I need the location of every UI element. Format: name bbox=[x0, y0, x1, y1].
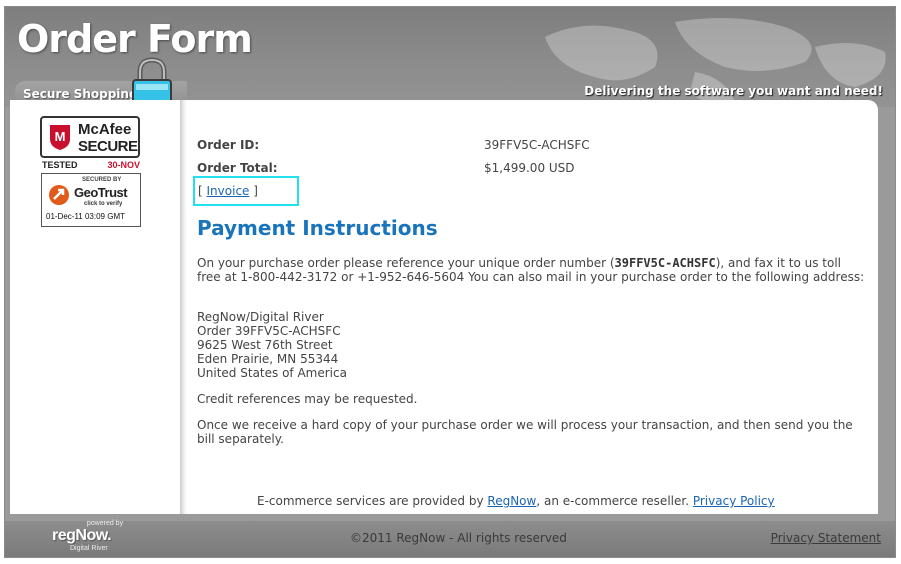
credit-references-text: Credit references may be requested. bbox=[197, 392, 418, 406]
geotrust-name: GeoTrust bbox=[74, 185, 128, 200]
invoice-wrapper: [ Invoice ] bbox=[198, 184, 258, 198]
mcafee-tested-row: TESTED 30-NOV bbox=[42, 160, 140, 172]
geotrust-badge[interactable]: SECURED BY GeoTrust click to verify 01-D… bbox=[41, 173, 141, 227]
geotrust-click-to-verify: click to verify bbox=[84, 201, 123, 207]
mcafee-tested-label: TESTED bbox=[42, 160, 78, 170]
address-line: United States of America bbox=[197, 366, 347, 380]
svg-text:M: M bbox=[55, 129, 66, 144]
address-line: Eden Prairie, MN 55344 bbox=[197, 352, 339, 366]
powered-by-label: powered by bbox=[86, 520, 124, 527]
privacy-statement-link[interactable]: Privacy Statement bbox=[771, 531, 881, 545]
geotrust-secured-label: SECURED BY bbox=[82, 177, 122, 183]
tagline: Delivering the software you want and nee… bbox=[584, 84, 883, 98]
order-total-label: Order Total: bbox=[197, 161, 278, 175]
regnow-link[interactable]: RegNow bbox=[487, 494, 536, 508]
mailing-address: RegNow/Digital River Order 39FFV5C-ACHSF… bbox=[197, 310, 867, 380]
page-title: Order Form bbox=[17, 17, 253, 61]
mcafee-tested-date: 30-NOV bbox=[107, 160, 140, 170]
services-middle: , an e-commerce reseller. bbox=[536, 494, 690, 508]
services-prefix: E-commerce services are provided by bbox=[257, 494, 484, 508]
mcafee-shield-icon: M bbox=[50, 125, 70, 150]
mcafee-brand: McAfee bbox=[78, 121, 132, 138]
payment-instructions-heading: Payment Instructions bbox=[197, 216, 438, 240]
intro-text-start: On your purchase order please reference … bbox=[197, 256, 615, 270]
order-id-value: 39FFV5C-ACHSFC bbox=[484, 138, 590, 152]
mcafee-secure-text: SECURE bbox=[78, 138, 138, 155]
ecommerce-services-line: E-commerce services are provided by RegN… bbox=[257, 494, 775, 508]
order-total-value: $1,499.00 USD bbox=[484, 161, 575, 175]
invoice-bracket-open: [ bbox=[198, 184, 203, 198]
mcafee-secure-badge[interactable]: M McAfee SECURE bbox=[40, 116, 140, 158]
address-line: 9625 West 76th Street bbox=[197, 338, 333, 352]
invoice-bracket-close: ] bbox=[253, 184, 258, 198]
geotrust-date: 01-Dec-11 03:09 GMT bbox=[46, 212, 125, 221]
address-line: RegNow/Digital River bbox=[197, 310, 324, 324]
geotrust-logo-icon bbox=[49, 185, 69, 205]
regnow-logo[interactable]: regNow. bbox=[52, 527, 112, 545]
instructions-intro: On your purchase order please reference … bbox=[197, 256, 867, 284]
order-id-label: Order ID: bbox=[197, 138, 260, 152]
privacy-policy-link[interactable]: Privacy Policy bbox=[693, 494, 775, 508]
secure-shopping-label: Secure Shopping bbox=[23, 87, 138, 101]
invoice-highlight: [ Invoice ] bbox=[193, 176, 299, 206]
address-line: Order 39FFV5C-ACHSFC bbox=[197, 324, 341, 338]
intro-order-number: 39FFV5C-ACHSFC bbox=[614, 256, 716, 270]
hard-copy-text: Once we receive a hard copy of your purc… bbox=[197, 418, 853, 446]
copyright-text: ©2011 RegNow - All rights reserved bbox=[350, 531, 567, 545]
invoice-link[interactable]: Invoice bbox=[207, 184, 250, 198]
digital-river-label: Digital River bbox=[70, 545, 108, 552]
